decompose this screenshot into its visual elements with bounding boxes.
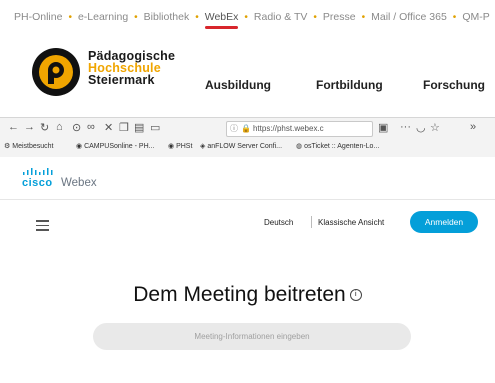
site-header: Pädagogische Hochschule Steiermark Ausbi…	[0, 38, 495, 108]
bookmark-meistbesucht[interactable]: ⚙ Meistbesucht	[4, 142, 53, 150]
nav-separator-dot: •	[68, 11, 72, 23]
bookmarks-bar: ⚙ Meistbesucht ◉ CAMPUSonline - PH... ◉ …	[0, 139, 495, 155]
page-info-icon[interactable]: ⓘ	[230, 122, 238, 136]
bookmark-label: CAMPUSonline - PH...	[84, 143, 155, 150]
browser-toolbar: ← → ↻ ⌂ ⊙ ∞ ✕ ❐ ▤ ▭ ⓘ 🔒 https://phst.webe…	[0, 118, 495, 138]
bookmark-campusonline[interactable]: ◉ CAMPUSonline - PH...	[76, 142, 154, 150]
sign-in-button[interactable]: Anmelden	[410, 211, 478, 233]
paste-icon[interactable]: ▤	[134, 121, 144, 134]
browser-chrome: ← → ↻ ⌂ ⊙ ∞ ✕ ❐ ▤ ▭ ⓘ 🔒 https://phst.webe…	[0, 117, 495, 158]
nav-separator-dot: •	[134, 11, 138, 23]
phst-logo-icon[interactable]	[30, 46, 82, 98]
nav-separator-dot: •	[195, 11, 199, 23]
hamburger-menu-icon[interactable]	[36, 220, 49, 231]
cut-icon[interactable]: ✕	[104, 121, 113, 134]
nav-presse[interactable]: Presse	[323, 11, 356, 23]
cisco-bars-icon	[23, 168, 53, 175]
bookmark-phst[interactable]: ◉ PHSt	[168, 142, 192, 150]
bookmark-star-icon[interactable]: ☆	[430, 121, 440, 134]
webex-header: cisco Webex	[0, 157, 495, 200]
forward-icon[interactable]: →	[24, 121, 35, 133]
home-icon[interactable]: ⌂	[56, 121, 63, 133]
page-title-text: Dem Meeting beitreten	[133, 283, 346, 306]
meeting-info-input[interactable]	[93, 323, 411, 350]
nav-mail-office[interactable]: Mail / Office 365	[371, 11, 447, 23]
back-icon[interactable]: ←	[8, 121, 19, 133]
nav-webex[interactable]: WebEx	[204, 11, 239, 29]
brand-wordmark: Pädagogische Hochschule Steiermark	[88, 50, 175, 87]
overflow-icon[interactable]: »	[470, 121, 476, 133]
top-navigation: PH-Online • e-Learning • Bibliothek • WebEx…	[0, 0, 495, 34]
url-text: https://phst.webex.c	[252, 124, 324, 133]
pocket-icon[interactable]: ◡	[416, 121, 426, 134]
page-actions-icon[interactable]: ···	[400, 121, 411, 133]
page-title: Dem Meeting beitreten i	[0, 283, 495, 307]
bookmark-osticket[interactable]: ◍ osTicket :: Agenten-Lo...	[296, 142, 379, 150]
webex-logo-text: Webex	[61, 177, 97, 189]
lock-icon: 🔒	[241, 124, 251, 133]
header-divider	[311, 216, 312, 228]
nav-radio-tv[interactable]: Radio & TV	[254, 11, 308, 23]
reader-icon[interactable]: ▣	[378, 121, 388, 134]
bookmark-label: osTicket :: Agenten-Lo...	[304, 143, 380, 150]
info-icon[interactable]: i	[349, 289, 362, 302]
mainnav-fortbildung[interactable]: Fortbildung	[316, 78, 383, 92]
nav-separator-dot: •	[313, 11, 317, 23]
reload-icon[interactable]: ↻	[40, 121, 49, 134]
bookmark-anflow[interactable]: ◈ anFLOW Server Confi...	[200, 142, 282, 150]
copy-icon[interactable]: ❐	[119, 121, 129, 134]
bookmark-label: anFLOW Server Confi...	[207, 143, 283, 150]
nav-e-learning[interactable]: e-Learning	[78, 11, 128, 23]
nav-separator-dot: •	[452, 11, 457, 23]
nav-separator-dot: •	[361, 11, 366, 23]
window-icon[interactable]: ▭	[150, 121, 160, 134]
nav-ph-online[interactable]: PH-Online	[14, 11, 62, 23]
language-selector[interactable]: Deutsch	[264, 218, 293, 227]
nav-webex-label: WebEx	[204, 11, 239, 23]
active-nav-underline	[204, 26, 239, 29]
url-bar[interactable]: ⓘ 🔒 https://phst.webex.c	[226, 121, 373, 137]
nav-bibliothek[interactable]: Bibliothek	[144, 11, 190, 23]
glasses-icon[interactable]: ∞	[87, 121, 95, 133]
nav-qm[interactable]: QM-P	[462, 11, 489, 23]
brand-line-3: Steiermark	[88, 73, 155, 87]
history-icon[interactable]: ⊙	[72, 121, 81, 134]
nav-separator-dot: •	[244, 11, 248, 23]
classic-view-link[interactable]: Klassische Ansicht	[318, 218, 384, 227]
mainnav-forschung[interactable]: Forschung	[423, 78, 485, 92]
mainnav-ausbildung[interactable]: Ausbildung	[205, 78, 271, 92]
bookmark-label: PHSt	[176, 143, 193, 150]
cisco-logo-text: cisco	[22, 177, 53, 189]
bookmark-label: Meistbesucht	[12, 143, 54, 150]
